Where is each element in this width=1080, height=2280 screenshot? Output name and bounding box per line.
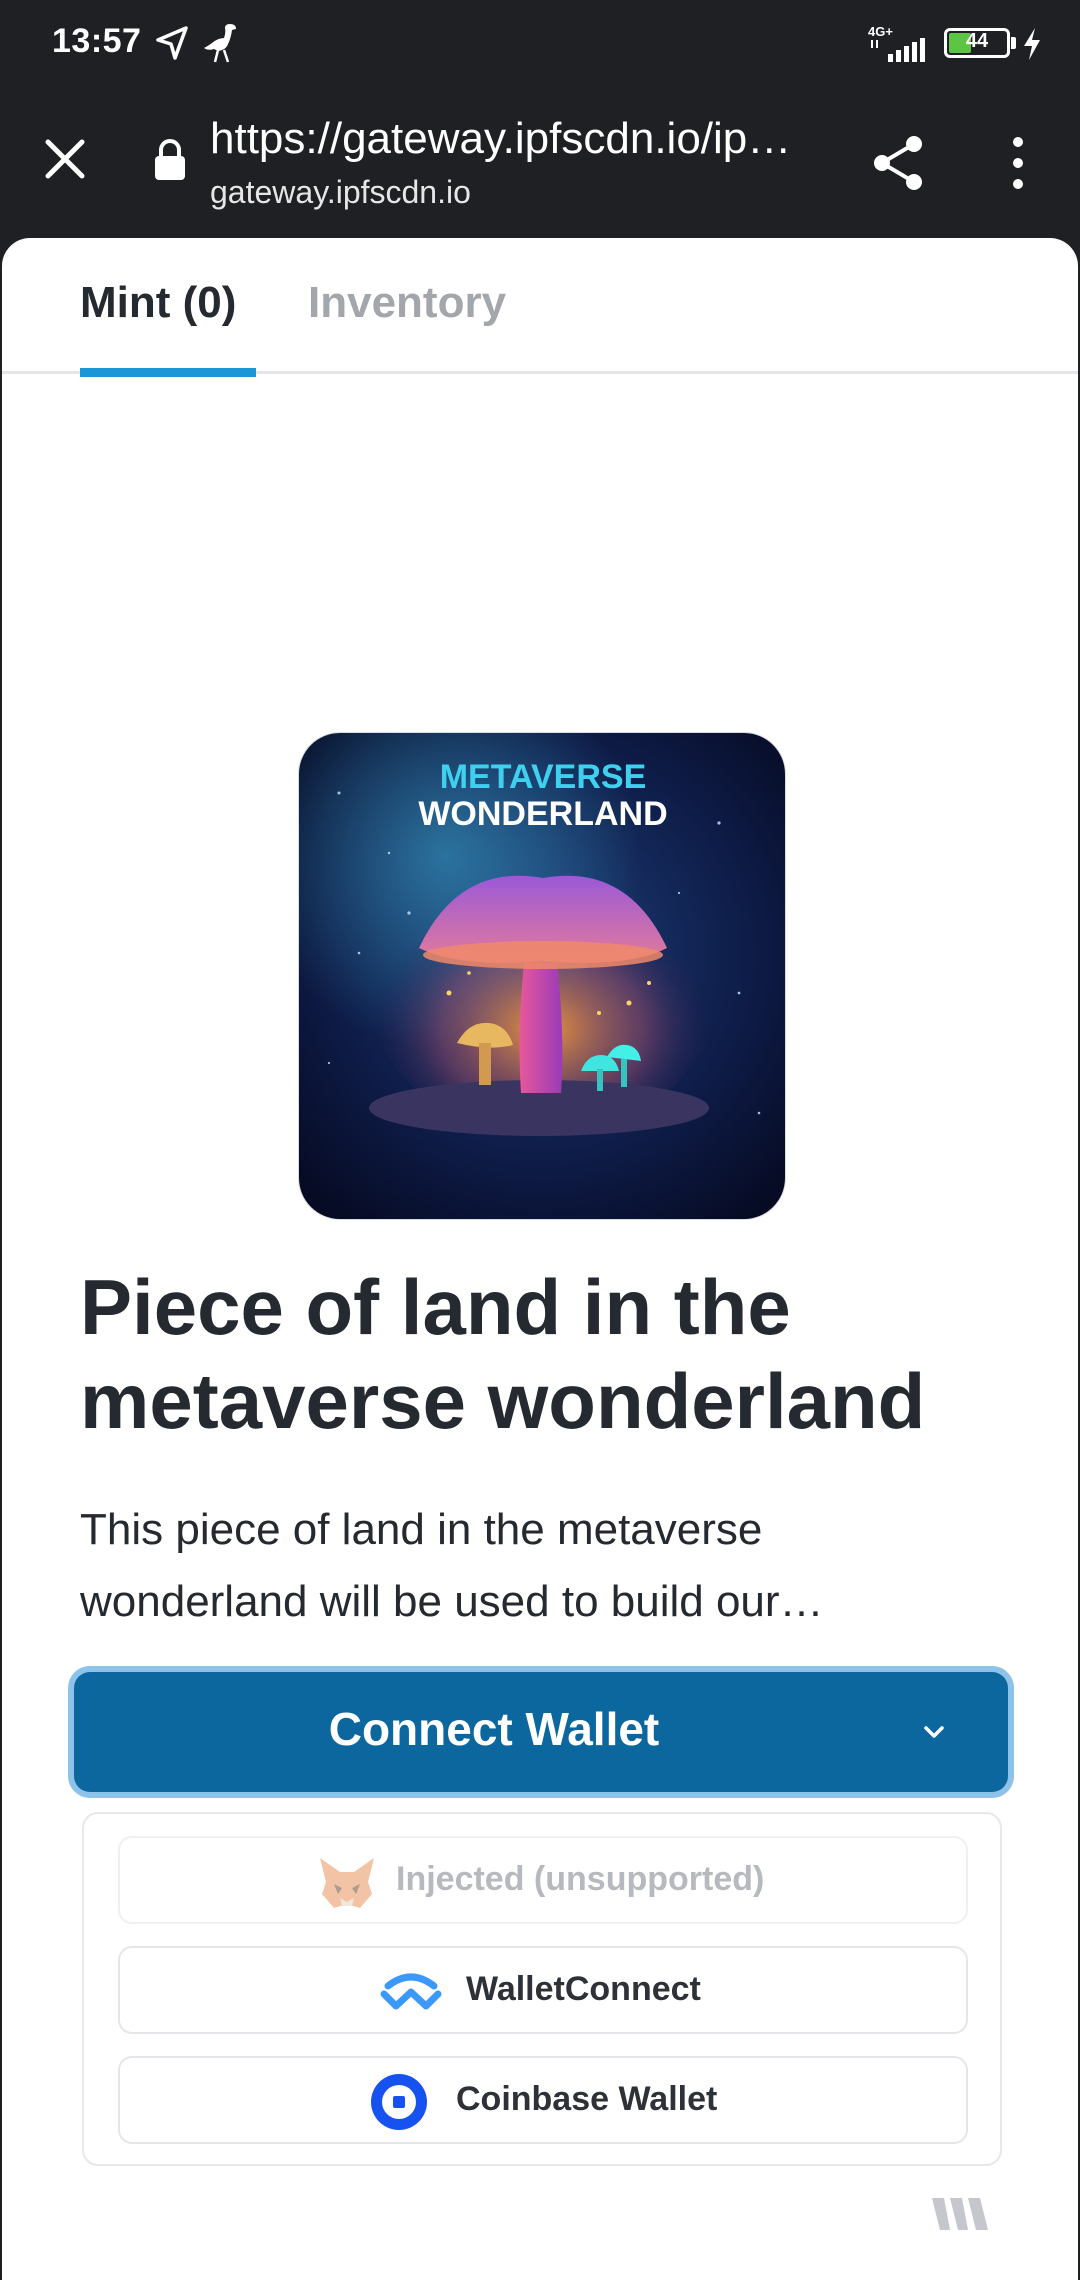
status-time: 13:57 <box>52 22 142 60</box>
lock-icon <box>155 139 185 180</box>
battery-tip <box>1011 37 1016 49</box>
tab-inventory[interactable]: Inventory <box>308 278 506 374</box>
more-options-icon[interactable] <box>1000 132 1036 194</box>
status-bar: 13:57 4G+ 44 <box>0 0 1080 88</box>
active-tab-indicator <box>80 368 256 377</box>
network-indicator: 4G+ <box>868 24 932 62</box>
close-icon[interactable] <box>40 134 90 184</box>
browser-toolbar: https://gateway.ipfscdn.io/ip… gateway.i… <box>0 88 1080 238</box>
wallet-option-coinbase[interactable]: Coinbase Wallet <box>118 2056 968 2144</box>
url-text[interactable]: https://gateway.ipfscdn.io/ip… <box>210 114 810 164</box>
battery-indicator: 44 <box>944 28 1010 58</box>
share-icon[interactable] <box>868 132 930 194</box>
url-domain: gateway.ipfscdn.io <box>210 174 471 210</box>
metamask-icon <box>320 1858 374 1908</box>
wallet-option-injected[interactable]: Injected (unsupported) <box>118 1836 968 1924</box>
mint-page: Mint (0) Inventory METAVERSE WONDERLAND … <box>2 238 1078 2280</box>
tab-bar: Mint (0) Inventory <box>2 238 1078 377</box>
coinbase-icon <box>371 2074 427 2130</box>
ostrich-icon <box>204 24 236 63</box>
chevron-down-icon <box>924 1726 944 1738</box>
wallet-option-walletconnect[interactable]: WalletConnect <box>118 1946 968 2034</box>
nft-artwork: METAVERSE WONDERLAND <box>299 733 785 1219</box>
nft-image-text-2: WONDERLAND <box>418 795 667 833</box>
connect-wallet-label: Connect Wallet <box>328 1703 660 1755</box>
signal-bars-icon <box>871 38 925 62</box>
wallet-option-label: WalletConnect <box>466 1970 701 2008</box>
wallet-options-menu: Injected (unsupported) WalletConnect Coi… <box>82 1812 1002 2166</box>
location-arrow-icon <box>156 26 188 60</box>
nft-image: METAVERSE WONDERLAND <box>298 732 786 1220</box>
wallet-option-label: Coinbase Wallet <box>456 2080 718 2118</box>
tab-inventory-label: Inventory <box>308 278 507 327</box>
walletconnect-icon <box>380 1973 442 2010</box>
nft-title: Piece of land in the metaverse wonderlan… <box>80 1263 926 1445</box>
battery-percent: 44 <box>965 30 989 52</box>
tab-mint[interactable]: Mint (0) <box>80 278 256 377</box>
charging-bolt-icon <box>1024 28 1040 60</box>
connect-wallet-button[interactable]: Connect Wallet <box>74 1672 1008 1792</box>
tab-mint-label: Mint (0) <box>80 278 237 327</box>
nft-image-text-1: METAVERSE <box>440 758 647 796</box>
thirdweb-logo-icon <box>932 2198 988 2230</box>
network-type-label: 4G+ <box>868 24 893 39</box>
wallet-option-label: Injected (unsupported) <box>396 1860 765 1898</box>
nft-description: This piece of land in the metaverse wond… <box>80 1505 824 1626</box>
